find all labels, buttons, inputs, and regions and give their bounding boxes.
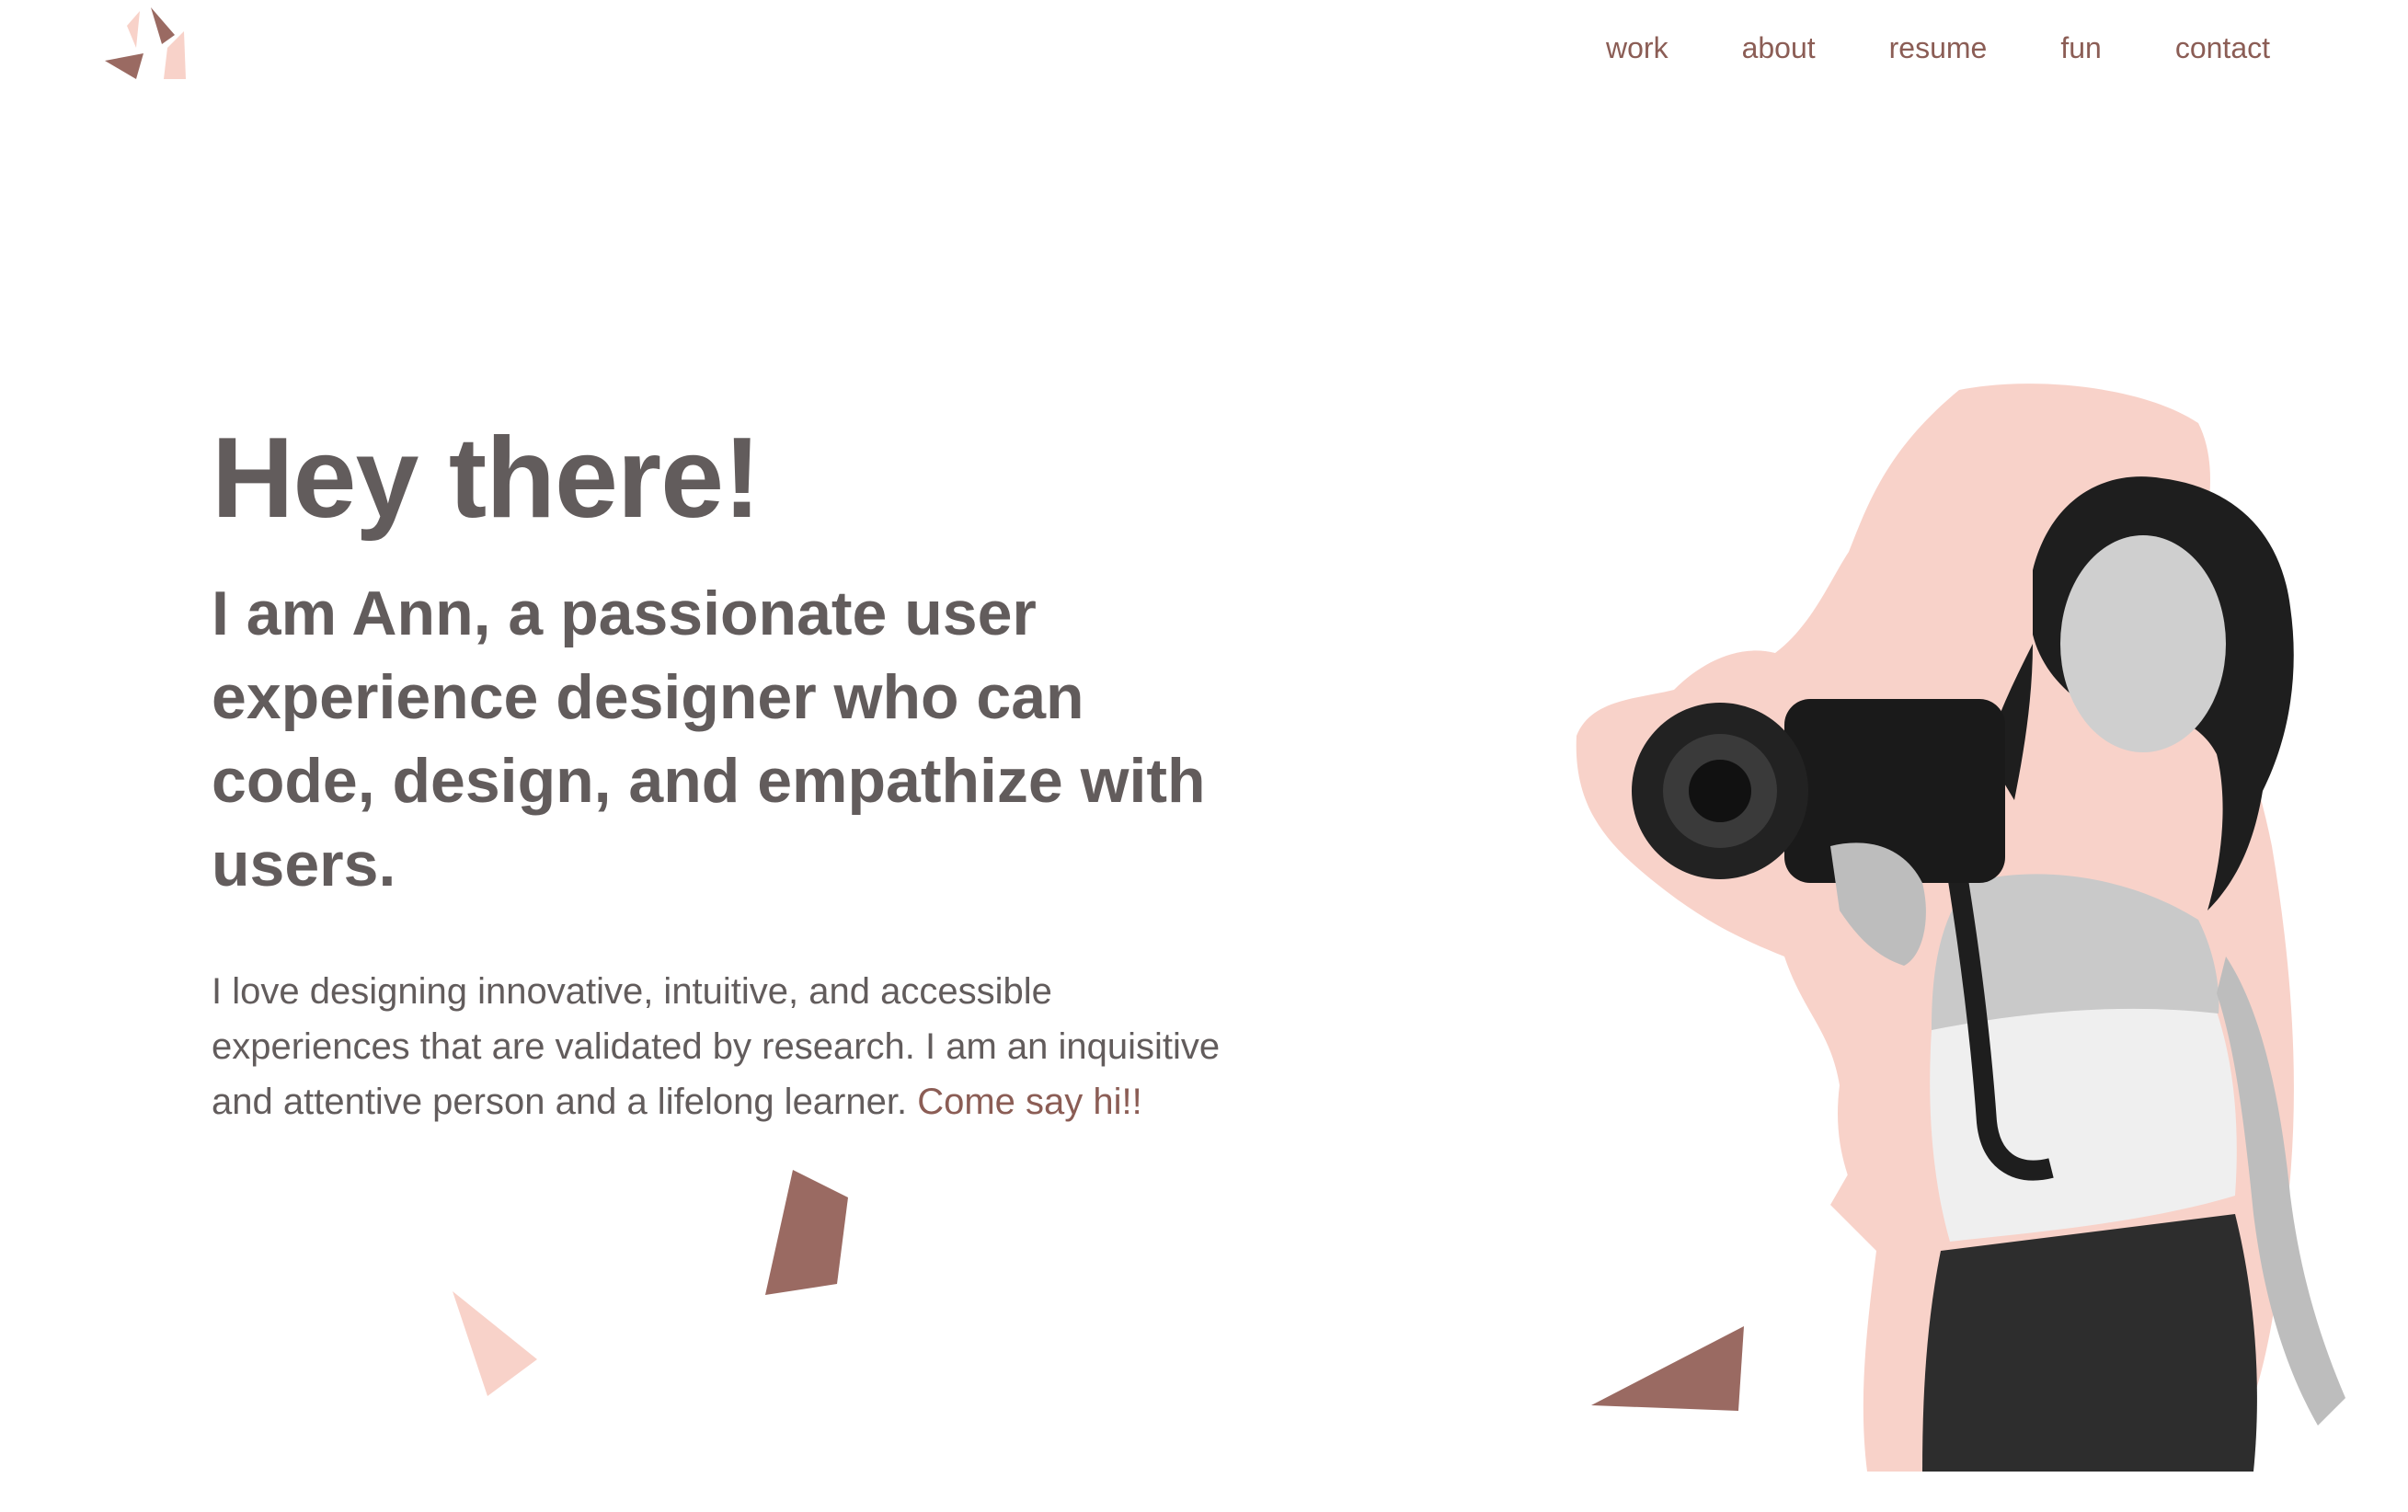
come-say-hi-link[interactable]: Come say hi!!: [917, 1082, 1142, 1122]
camera-lens-glass-shape: [1689, 760, 1751, 822]
nav-about[interactable]: about: [1742, 26, 1816, 70]
hero-headline: I am Ann, a passionate user experience d…: [212, 578, 1206, 899]
hero-body: I love designing innovative, intuitive, …: [212, 964, 1260, 1129]
hero-greeting: Hey there!: [212, 415, 761, 542]
jeans-shape: [1922, 1214, 2257, 1472]
initials-logo-icon[interactable]: [99, 7, 188, 79]
brown-quad-shape: [765, 1170, 848, 1295]
pink-triangle-shape: [453, 1291, 537, 1396]
nav-work[interactable]: work: [1606, 26, 1668, 70]
nav-contact[interactable]: contact: [2175, 26, 2270, 70]
main-nav: work about resume fun contact: [1606, 26, 2270, 70]
nav-fun[interactable]: fun: [2060, 26, 2101, 70]
nav-resume[interactable]: resume: [1889, 26, 1988, 70]
hero-section: Hey there! I am Ann, a passionate user e…: [212, 414, 1297, 1129]
face-shape: [2060, 535, 2226, 752]
woman-holding-camera-photo: [1576, 384, 2345, 1472]
